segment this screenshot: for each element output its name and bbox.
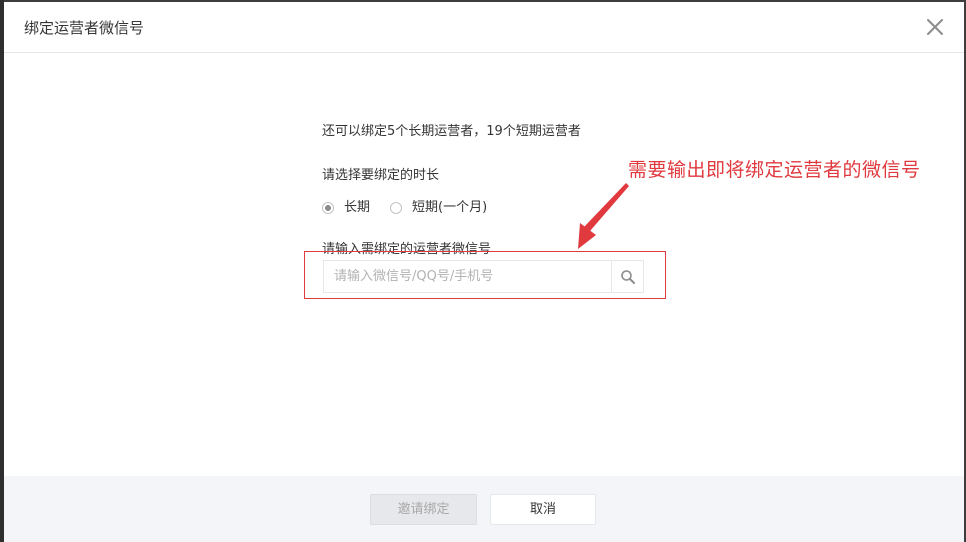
dialog-footer: 邀请绑定 取消 [4,476,964,542]
radio-long-term[interactable]: 长期 [322,199,370,217]
quota-text: 还可以绑定5个长期运营者，19个短期运营者 [322,124,581,139]
radio-short-term-label[interactable]: 短期(一个月) [412,199,487,217]
annotation-text: 需要输出即将绑定运营者的微信号 [628,159,921,181]
duration-radio-group: 长期 短期(一个月) [322,199,507,217]
dialog-body: 还可以绑定5个长期运营者，19个短期运营者 请选择要绑定的时长 长期 短期(一个… [4,53,964,476]
search-button[interactable] [611,261,643,292]
dialog-title: 绑定运营者微信号 [24,19,145,37]
close-icon [927,19,943,35]
duration-label: 请选择要绑定的时长 [322,168,440,183]
search-icon [620,269,635,284]
close-button[interactable] [924,16,946,38]
dialog-header: 绑定运营者微信号 [4,2,964,53]
radio-long-term-label[interactable]: 长期 [344,199,370,217]
wechat-search-box [323,260,644,293]
bind-operator-dialog: 绑定运营者微信号 还可以绑定5个长期运营者，19个短期运营者 请选择要绑定的时长… [4,2,964,542]
radio-short-term[interactable]: 短期(一个月) [390,199,487,217]
cancel-button[interactable]: 取消 [490,494,596,525]
invite-bind-button[interactable]: 邀请绑定 [370,494,477,525]
radio-short-term-indicator[interactable] [390,202,403,214]
annotation-arrow-icon [578,183,629,249]
radio-long-term-indicator[interactable] [322,202,334,214]
wechat-search-input[interactable] [324,261,611,292]
wechat-input-label: 请输入需绑定的运营者微信号 [322,242,492,257]
